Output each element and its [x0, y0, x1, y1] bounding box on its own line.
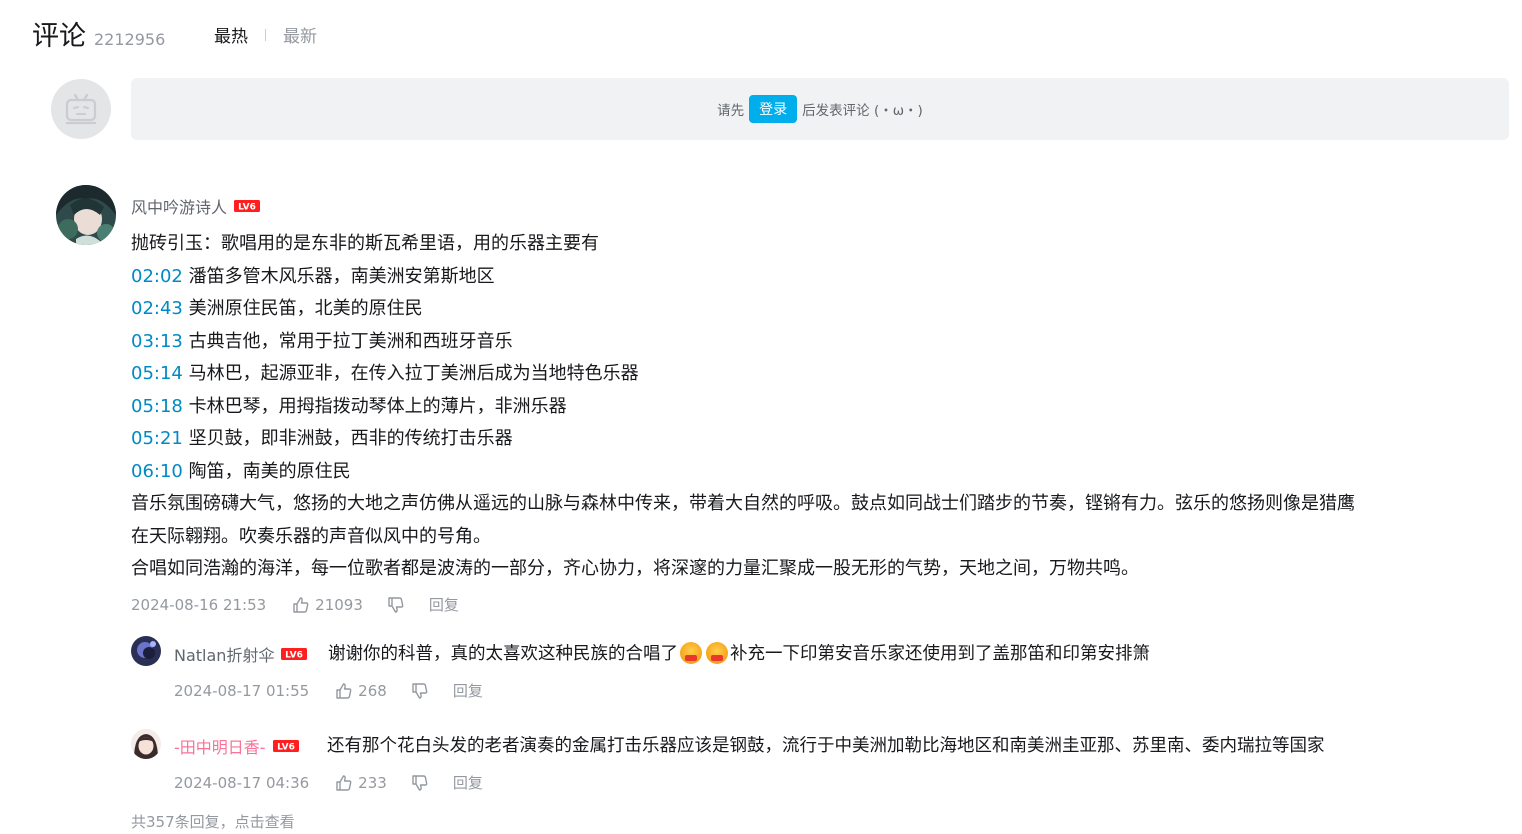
- timestamp-link[interactable]: 05:21: [131, 428, 183, 449]
- reply-text-part: 谢谢你的科普，真的太喜欢这种民族的合唱了: [328, 644, 678, 664]
- timestamp-text: 古典吉他，常用于拉丁美洲和西班牙音乐: [188, 331, 513, 352]
- reply-username[interactable]: -田中明日香- LV6: [174, 734, 299, 758]
- level-6-badge-icon: LV6: [281, 648, 308, 661]
- timestamp-line: 02:43 美洲原住民笛，北美的原住民: [131, 293, 423, 325]
- thumbs-down-icon: [412, 774, 428, 791]
- comment-time: 2024-08-16 21:53: [131, 595, 267, 614]
- reply-button[interactable]: 回复: [453, 772, 483, 793]
- timestamp-link[interactable]: 02:02: [131, 266, 183, 287]
- timestamp-text: 陶笛，南美的原住民: [188, 461, 351, 482]
- login-prefix: 请先: [717, 103, 745, 119]
- comment-intro: 抛砖引玉：歌唱用的是东非的斯瓦希里语，用的乐器主要有: [131, 233, 599, 254]
- thumbs-down-icon: [388, 596, 404, 613]
- sort-new-tab[interactable]: 最新: [283, 22, 317, 47]
- svg-text:LV6: LV6: [238, 203, 256, 213]
- reply-time: 2024-08-17 01:55: [174, 681, 310, 700]
- comment-paragraph: 合唱如同浩瀚的海洋，每一位歌者都是波涛的一部分，齐心协力，将深邃的力量汇聚成一股…: [131, 558, 1139, 579]
- like-count: 233: [358, 773, 387, 792]
- level-6-badge-icon: LV6: [234, 200, 261, 213]
- reply-avatar[interactable]: [131, 729, 161, 759]
- like-count: 21093: [315, 595, 363, 614]
- thumbs-up-icon: [336, 682, 352, 699]
- emoji-icon: [680, 641, 702, 664]
- reply-text-part: 补充一下印第安音乐家还使用到了盖那笛和印第安排箫: [730, 644, 1150, 664]
- timestamp-line: 05:18 卡林巴琴，用拇指拨动琴体上的薄片，非洲乐器: [131, 391, 567, 423]
- timestamp-text: 马林巴，起源亚非，在传入拉丁美洲后成为当地特色乐器: [188, 363, 639, 384]
- like-button[interactable]: 21093: [292, 596, 363, 614]
- reply-avatar[interactable]: [131, 636, 161, 666]
- comment-paragraph: 音乐氛围磅礴大气，悠扬的大地之声仿佛从遥远的山脉与森林中传来，带着大自然的呼吸。…: [131, 493, 1355, 514]
- timestamp-line: 03:13 古典吉他，常用于拉丁美洲和西班牙音乐: [131, 326, 513, 358]
- like-count: 268: [358, 681, 387, 700]
- dislike-button[interactable]: [411, 682, 429, 700]
- timestamp-text: 美洲原住民笛，北美的原住民: [188, 298, 423, 319]
- timestamp-line: 02:02 潘笛多管木风乐器，南美洲安第斯地区: [131, 261, 495, 293]
- like-button[interactable]: 233: [335, 774, 387, 792]
- timestamp-link[interactable]: 05:14: [131, 363, 183, 384]
- reply-meta: 2024-08-17 04:36 233 回复: [174, 772, 483, 793]
- tv-face-icon: [65, 93, 97, 125]
- username-text: Natlan折射伞: [174, 646, 275, 665]
- timestamp-link[interactable]: 05:18: [131, 396, 183, 417]
- reply-text: 谢谢你的科普，真的太喜欢这种民族的合唱了 补充一下印第安音乐家还使用到了盖那笛和…: [328, 640, 1150, 665]
- timestamp-link[interactable]: 02:43: [131, 298, 183, 319]
- reply-meta: 2024-08-17 01:55 268 回复: [174, 680, 483, 701]
- avatar-image: [131, 636, 161, 666]
- emoji-icon: [706, 641, 728, 664]
- dislike-button[interactable]: [411, 774, 429, 792]
- timestamp-text: 潘笛多管木风乐器，南美洲安第斯地区: [188, 266, 495, 287]
- avatar-image: [56, 185, 116, 245]
- comment-paragraph: 在天际翱翔。吹奏乐器的声音似风中的号角。: [131, 526, 491, 547]
- view-more-replies-link[interactable]: 共357条回复，点击查看: [131, 811, 295, 832]
- timestamp-line: 05:21 坚贝鼓，即非洲鼓，西非的传统打击乐器: [131, 423, 513, 455]
- svg-text:LV6: LV6: [277, 743, 295, 753]
- thumbs-up-icon: [336, 774, 352, 791]
- comment-meta: 2024-08-16 21:53 21093 回复: [131, 594, 459, 615]
- comment-header: 评论 2212956: [32, 14, 165, 53]
- avatar-image: [131, 729, 161, 759]
- guest-avatar[interactable]: [51, 79, 111, 139]
- timestamp-link[interactable]: 03:13: [131, 331, 183, 352]
- sort-divider: [265, 28, 266, 41]
- reply-username[interactable]: Natlan折射伞 LV6: [174, 642, 308, 666]
- reply-text: 还有那个花白头发的老者演奏的金属打击乐器应该是钢鼓，流行于中美洲加勒比海地区和南…: [327, 732, 1325, 757]
- timestamp-line: 06:10 陶笛，南美的原住民: [131, 456, 351, 488]
- reply-button[interactable]: 回复: [453, 680, 483, 701]
- comment-count: 2212956: [94, 30, 166, 49]
- comment-title: 评论: [32, 21, 86, 52]
- username-text: 风中吟游诗人: [131, 198, 228, 217]
- reply-text-part: 还有那个花白头发的老者演奏的金属打击乐器应该是钢鼓，流行于中美洲加勒比海地区和南…: [327, 736, 1325, 756]
- level-6-badge-icon: LV6: [272, 740, 299, 753]
- timestamp-line: 05:14 马林巴，起源亚非，在传入拉丁美洲后成为当地特色乐器: [131, 358, 639, 390]
- timestamp-text: 坚贝鼓，即非洲鼓，西非的传统打击乐器: [188, 428, 513, 449]
- thumbs-up-icon: [293, 596, 309, 613]
- user-avatar[interactable]: [56, 185, 116, 245]
- thumbs-down-icon: [412, 682, 428, 699]
- comment-login-box[interactable]: 请先 登录 后发表评论 (・ω・): [131, 78, 1509, 140]
- svg-text:LV6: LV6: [286, 651, 304, 661]
- sort-hot-tab[interactable]: 最热: [214, 22, 248, 47]
- username-text: -田中明日香-: [174, 738, 266, 757]
- reply-button[interactable]: 回复: [429, 594, 459, 615]
- like-button[interactable]: 268: [335, 682, 387, 700]
- login-button[interactable]: 登录: [749, 95, 798, 123]
- sort-bar: 最热 最新: [214, 22, 317, 47]
- comment-username[interactable]: 风中吟游诗人 LV6: [131, 194, 261, 218]
- timestamp-text: 卡林巴琴，用拇指拨动琴体上的薄片，非洲乐器: [188, 396, 567, 417]
- dislike-button[interactable]: [387, 596, 405, 614]
- timestamp-link[interactable]: 06:10: [131, 461, 183, 482]
- reply-time: 2024-08-17 04:36: [174, 773, 310, 792]
- login-suffix: 后发表评论 (・ω・): [802, 103, 923, 119]
